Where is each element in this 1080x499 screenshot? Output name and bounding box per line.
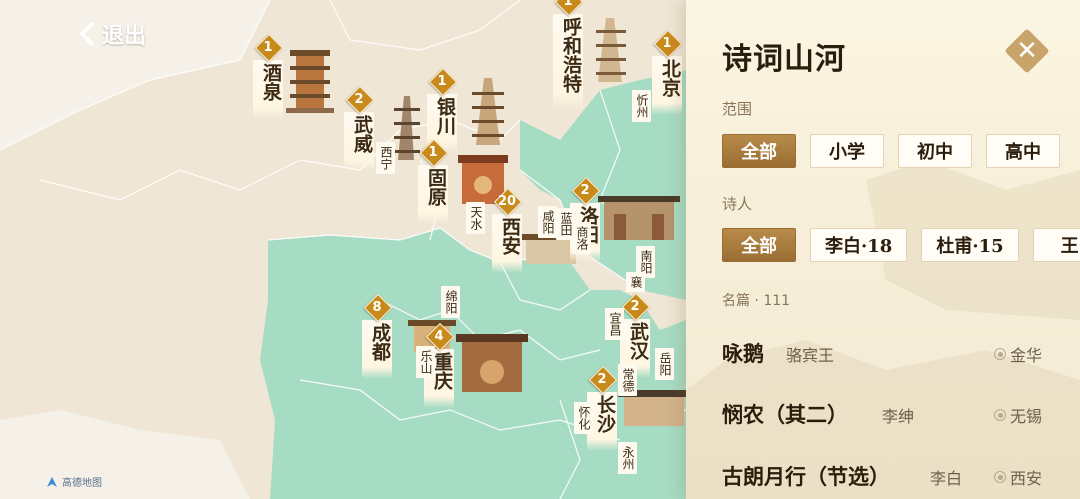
city-marker-wuwei[interactable]: 2 武威 — [344, 86, 374, 171]
map-provider-label: 高德地图 — [62, 478, 102, 489]
scope-chip-all[interactable]: 全部 — [722, 134, 796, 168]
poem-location: 无锡 — [994, 403, 1042, 427]
poet-chip-wang[interactable]: 王 — [1032, 228, 1080, 262]
poem-count-badge: 2 — [572, 177, 598, 203]
poem-item[interactable]: 咏鹅 骆宾王 金华 — [722, 338, 1062, 378]
place-label: 乐山 — [416, 346, 435, 378]
close-button[interactable]: ✕ — [1004, 28, 1050, 74]
poet-chip-all[interactable]: 全部 — [722, 228, 796, 262]
close-icon: ✕ — [1016, 36, 1038, 66]
city-name: 武威 — [344, 112, 374, 171]
scope-chip-high[interactable]: 高中 — [986, 134, 1060, 168]
poem-author: 李绅 — [882, 407, 915, 426]
place-label: 岳阳 — [655, 348, 674, 380]
poem-count-badge: 8 — [364, 294, 390, 320]
chevron-left-icon — [80, 22, 94, 46]
poem-count-badge: 1 — [654, 30, 680, 56]
poet-filter: 全部 李白·18 杜甫·15 王 — [722, 228, 1080, 262]
city-name: 西安 — [492, 214, 522, 273]
place-label: 襄 — [626, 272, 645, 292]
amap-logo-icon — [47, 476, 57, 487]
poetry-panel: 诗词山河 ✕ 范围 全部 小学 初中 高中 诗人 全部 李白·18 杜甫·15 … — [686, 0, 1080, 499]
place-label: 天水 — [466, 202, 485, 234]
location-pin-icon — [994, 471, 1006, 483]
poem-count-badge: 2 — [589, 366, 615, 392]
place-label: 西宁 — [376, 142, 395, 174]
scope-label: 范围 — [722, 100, 753, 118]
poet-chip-libai[interactable]: 李白·18 — [810, 228, 908, 262]
poem-count-badge: 2 — [346, 86, 372, 112]
poem-count-badge: 1 — [255, 34, 281, 60]
scope-filter: 全部 小学 初中 高中 — [722, 134, 1060, 168]
city-marker-xian[interactable]: 20 西安 — [492, 188, 522, 273]
poem-count-badge: 1 — [420, 139, 446, 165]
map-provider-logo: 高德地图 — [46, 474, 102, 489]
poem-location: 西安 — [994, 465, 1042, 489]
exit-label: 退出 — [102, 23, 147, 49]
city-marker-beijing[interactable]: 1 北京 — [652, 30, 682, 115]
place-label: 宜昌 — [605, 308, 624, 340]
poem-count-badge: 2 — [622, 293, 648, 319]
city-name: 北京 — [652, 56, 682, 115]
place-label: 常德 — [618, 364, 637, 396]
city-name: 呼和浩特 — [553, 14, 583, 111]
place-label: 怀化 — [574, 402, 593, 434]
city-marker-jiuquan[interactable]: 1 酒泉 — [253, 34, 283, 119]
poem-author: 骆宾王 — [786, 346, 835, 365]
place-label: 永州 — [618, 442, 637, 474]
city-name: 酒泉 — [253, 60, 283, 119]
place-label: 咸阳 — [538, 206, 557, 238]
poem-count-badge: 20 — [494, 188, 520, 214]
scope-chip-primary[interactable]: 小学 — [810, 134, 884, 168]
poet-label: 诗人 — [722, 195, 753, 213]
poem-count-badge: 1 — [555, 0, 581, 14]
poem-count: 名篇 · 111 — [722, 293, 791, 309]
poem-item[interactable]: 悯农（其二） 李绅 无锡 — [722, 399, 1062, 439]
poet-chip-dufu[interactable]: 杜甫·15 — [921, 228, 1019, 262]
location-pin-icon — [994, 348, 1006, 360]
poem-count-badge: 1 — [429, 68, 455, 94]
exit-button[interactable]: 退出 — [78, 18, 146, 50]
poem-title: 咏鹅 — [722, 341, 764, 366]
poem-item[interactable]: 古朗月行（节选） 李白 西安 — [722, 461, 1062, 499]
panel-title: 诗词山河 — [722, 42, 846, 77]
city-name: 成都 — [362, 320, 392, 379]
place-label: 商洛 — [572, 222, 591, 254]
poem-author: 李白 — [930, 469, 963, 488]
city-marker-guyuan[interactable]: 1 固原 — [418, 139, 448, 224]
city-marker-hohhot[interactable]: 1 呼和浩特 — [553, 0, 583, 111]
poem-title: 悯农（其二） — [722, 402, 848, 427]
city-name: 固原 — [418, 165, 448, 224]
place-label: 绵阳 — [441, 286, 460, 318]
city-marker-chengdu[interactable]: 8 成都 — [362, 294, 392, 379]
poem-location: 金华 — [994, 342, 1042, 366]
scope-chip-middle[interactable]: 初中 — [898, 134, 972, 168]
place-label: 忻州 — [632, 90, 651, 122]
location-pin-icon — [994, 409, 1006, 421]
poem-title: 古朗月行（节选） — [722, 464, 890, 489]
